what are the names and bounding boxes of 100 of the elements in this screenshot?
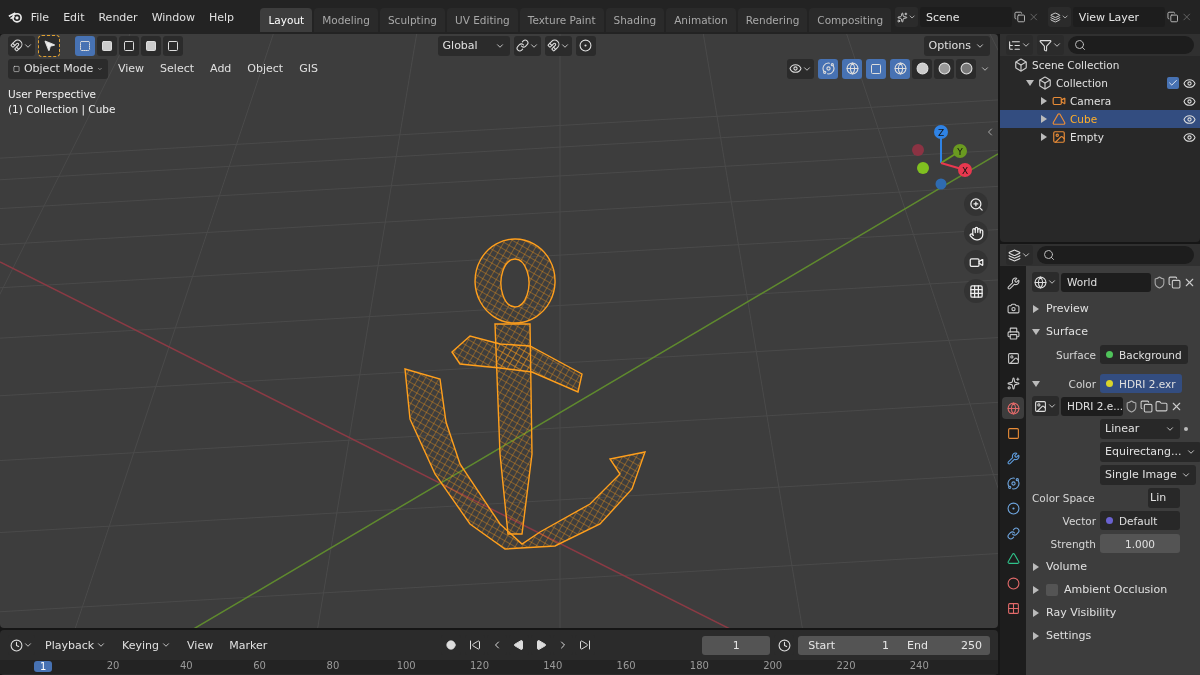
workspace-tab[interactable]: Modeling [314,8,378,32]
axis-gizmo-handle[interactable]: Y [940,144,967,164]
collapsed-triangle-icon[interactable] [1040,133,1048,141]
select-mode-button[interactable] [141,35,161,56]
outliner-row[interactable]: Camera [1000,92,1200,110]
filter-button[interactable] [1037,35,1064,55]
axis-gizmo-handle[interactable]: X [940,162,972,177]
workspace-tab[interactable]: Texture Paint [519,8,604,32]
negative-z-dot[interactable] [935,178,947,190]
orientation-dropdown[interactable]: Global [437,35,510,56]
axis-gizmo-handle[interactable]: Z [934,125,948,164]
menu-item[interactable]: Edit [57,7,91,27]
visibility-eye-icon[interactable] [1183,112,1196,126]
panel-title[interactable]: Settings [1046,629,1092,642]
panel-title[interactable]: Ray Visibility [1046,606,1117,619]
view-layer-selector[interactable] [1048,7,1071,27]
timeline-menu[interactable]: Keying [116,636,178,654]
visibility-eye-icon[interactable] [1183,94,1196,108]
option-dropdown[interactable]: Linear [1100,418,1180,439]
properties-tab[interactable] [1002,397,1024,419]
editor-type-button[interactable] [1006,245,1033,265]
display-mode-button[interactable] [1006,35,1033,55]
outliner-row[interactable]: Empty [1000,128,1200,146]
vector-field[interactable]: Default [1100,511,1180,530]
strength-field[interactable]: 1.000 [1100,534,1180,553]
select-mode-button[interactable] [75,35,95,56]
expanded-triangle-icon[interactable] [1032,327,1040,336]
scene-name-field[interactable]: Scene [920,7,1013,27]
select-mode-button[interactable] [119,35,139,56]
copy-icon[interactable] [1167,10,1179,24]
timeline-menu[interactable]: Marker [223,636,274,654]
workspace-tab[interactable]: Rendering [737,8,808,32]
viewport-menu[interactable]: Add [204,60,238,77]
world-browse-button[interactable] [1032,272,1059,292]
viewport-menu[interactable]: Select [154,60,201,77]
search-field[interactable] [1037,246,1194,264]
shading-mode-button[interactable] [934,58,954,79]
select-mode-button[interactable] [163,35,183,56]
collapsed-triangle-icon[interactable] [1040,115,1048,123]
image-name-field[interactable]: HDRI 2.e... [1061,396,1123,416]
shading-mode-button[interactable] [956,58,976,79]
collapsed-triangle-icon[interactable] [1032,304,1040,313]
exclude-checkbox[interactable] [1167,77,1179,89]
visibility-eye-icon[interactable] [1183,76,1196,90]
negative-x-dot[interactable] [912,144,924,156]
workspace-tab[interactable]: Animation [666,8,736,32]
copy-icon[interactable] [1140,399,1153,413]
shading-mode-button[interactable] [890,58,910,79]
workspace-tab[interactable]: Sculpting [379,8,445,32]
expanded-triangle-icon[interactable] [1032,379,1040,388]
scene-selector[interactable] [895,7,918,27]
timeline-menu[interactable]: View [181,636,220,654]
collapsed-triangle-icon[interactable] [1032,585,1040,594]
playhead[interactable]: 1 [34,661,53,672]
search-field[interactable] [1068,36,1194,54]
viewport-menu[interactable]: View [112,60,151,77]
menu-item[interactable]: File [24,7,56,27]
fake-user-icon[interactable] [1125,399,1138,413]
outliner-row[interactable]: Cube [1000,110,1200,128]
visibility-eye-icon[interactable] [1183,130,1196,144]
mode-dropdown[interactable]: Object Mode [8,58,108,79]
shading-mode-button[interactable] [912,58,932,79]
panel-title[interactable]: Preview [1046,302,1089,315]
panel-title[interactable]: Surface [1046,325,1088,338]
visibility-button[interactable] [787,58,814,79]
viewport-menu[interactable]: Object [241,60,290,77]
pan-button[interactable] [964,221,988,245]
collection-row[interactable]: Collection [1000,74,1200,92]
pivot-button[interactable] [513,35,541,56]
tool-settings-button[interactable] [8,35,35,56]
collapsed-triangle-icon[interactable] [1032,608,1040,617]
end-frame-field[interactable]: 250 [938,635,990,655]
collapsed-triangle-icon[interactable] [1032,562,1040,571]
panel-title[interactable]: Volume [1046,560,1087,573]
ortho-grid-button[interactable] [964,279,988,303]
timeline-menu[interactable]: Playback [39,636,113,654]
option-dropdown[interactable]: Equirectang... [1100,441,1200,462]
fake-user-icon[interactable] [1153,275,1166,289]
proportional-button[interactable] [575,35,596,56]
gizmo-toggle[interactable] [818,58,838,79]
select-mode-button[interactable] [97,35,117,56]
snap-button[interactable] [544,35,572,56]
negative-y-dot[interactable] [917,162,929,174]
camera-view-button[interactable] [964,250,988,274]
color-input-field[interactable]: HDRI 2.exr [1100,374,1182,393]
menu-item[interactable]: Help [203,7,241,27]
open-folder-icon[interactable] [1155,399,1168,413]
collapsed-triangle-icon[interactable] [1032,631,1040,640]
image-browse-button[interactable] [1032,396,1059,416]
option-dropdown[interactable]: Single Image [1100,464,1196,485]
workspace-tab[interactable]: Shading [605,8,665,32]
menu-item[interactable]: Window [145,7,201,27]
copy-icon[interactable] [1014,10,1026,24]
panel-title[interactable]: Ambient Occlusion [1064,583,1168,596]
workspace-tab[interactable]: Compositing [809,8,892,32]
start-frame-field[interactable]: 1 [845,635,898,655]
select-tool-button[interactable] [39,35,59,56]
menu-item[interactable]: Render [92,7,144,27]
overlay-toggle[interactable] [842,58,862,79]
current-frame-field[interactable]: 1 [702,635,771,655]
